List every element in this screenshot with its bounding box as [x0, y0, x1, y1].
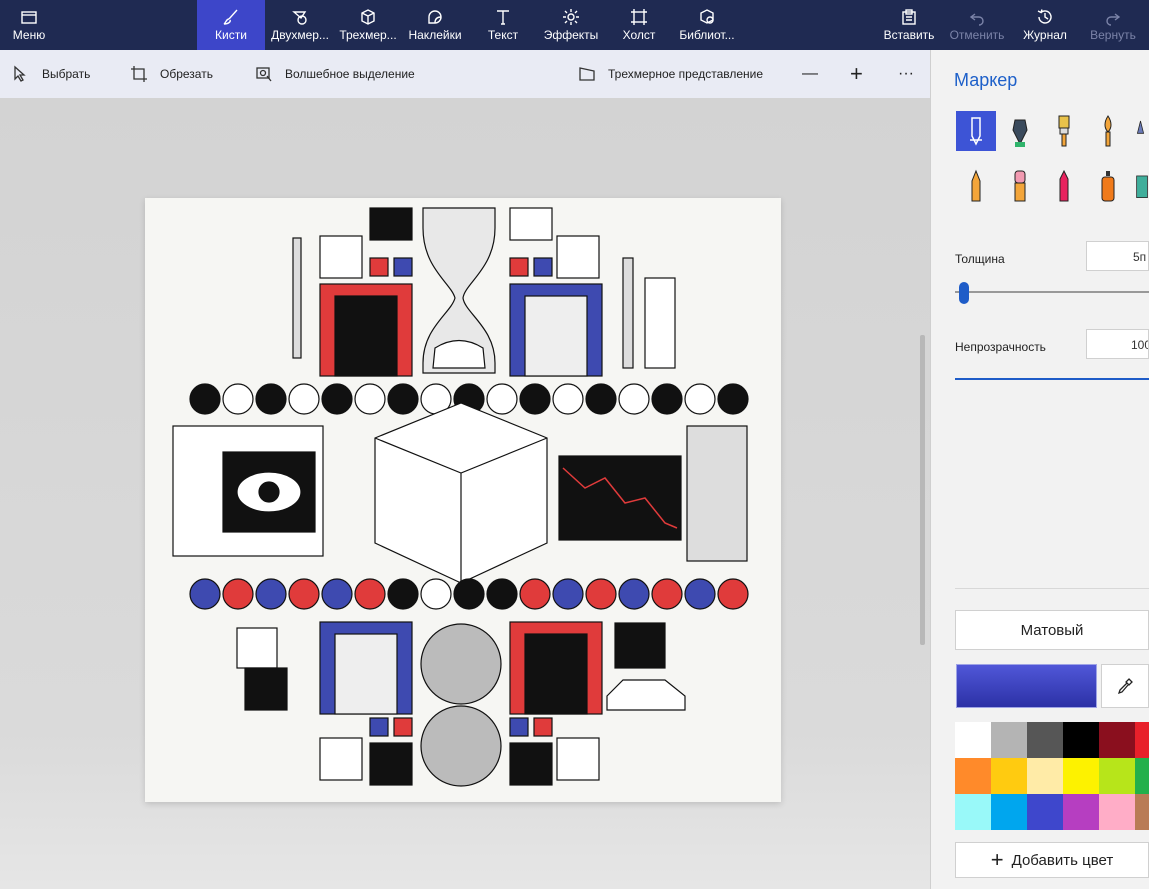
brush-watercolor[interactable] — [1088, 111, 1128, 151]
library-icon — [700, 9, 714, 24]
color-swatch[interactable] — [1063, 794, 1099, 830]
tab-stickers[interactable]: Наклейки — [403, 0, 467, 50]
fill-bucket-icon — [1136, 175, 1148, 198]
cube-icon — [361, 9, 375, 25]
tab-3d-shapes[interactable]: Трехмер... — [335, 0, 401, 50]
clipboard-icon — [902, 9, 916, 25]
color-swatch[interactable] — [1135, 758, 1149, 794]
brush-fill[interactable] — [1132, 166, 1149, 206]
opacity-label: Непрозрачность — [955, 340, 1046, 354]
panel-title: Маркер — [954, 70, 1018, 90]
color-swatch[interactable] — [1099, 794, 1135, 830]
crop-icon — [131, 66, 147, 82]
color-swatch[interactable] — [955, 722, 991, 758]
3d-view-button[interactable]: Трехмерное представление — [578, 50, 763, 98]
zoom-in-button[interactable]: + — [850, 50, 863, 98]
undo-icon — [969, 13, 984, 26]
opacity-input[interactable]: 100 — [1086, 329, 1149, 359]
brush-oil[interactable] — [1044, 111, 1084, 151]
magic-select-button[interactable]: Волшебное выделение — [255, 50, 415, 98]
redo-button[interactable]: Вернуть — [1085, 0, 1141, 50]
pencil-icon — [971, 169, 981, 202]
eyedropper-icon — [1117, 678, 1133, 695]
add-color-button[interactable]: + Добавить цвет — [955, 842, 1149, 878]
color-swatch[interactable] — [1027, 722, 1063, 758]
vertical-scrollbar[interactable] — [920, 335, 925, 645]
brush-icon — [223, 9, 238, 25]
zoom-out-button[interactable]: — — [802, 50, 818, 98]
spray-can-icon — [1101, 171, 1115, 202]
color-swatch[interactable] — [955, 758, 991, 794]
marker-icon — [970, 117, 982, 146]
pointer-icon — [14, 65, 26, 82]
redo-icon — [1106, 13, 1121, 26]
oil-brush-icon — [1058, 115, 1070, 147]
history-icon — [1037, 9, 1052, 24]
sun-icon — [563, 9, 579, 25]
thickness-slider[interactable] — [955, 291, 1149, 293]
brush-pencil[interactable] — [956, 166, 996, 206]
matte-button[interactable]: Матовый — [955, 610, 1149, 650]
folder-icon — [21, 11, 37, 24]
artwork-illustration — [172, 207, 749, 787]
tab-canvas[interactable]: Холст — [610, 0, 668, 50]
history-button[interactable]: Журнал — [1018, 0, 1072, 50]
brush-calligraphy-pen[interactable] — [1000, 111, 1040, 151]
brush-eraser[interactable] — [1000, 166, 1040, 206]
thickness-slider-thumb[interactable] — [959, 282, 969, 304]
paste-button[interactable]: Вставить — [880, 0, 938, 50]
watercolor-icon — [1104, 115, 1112, 147]
brush-spray-can[interactable] — [1088, 166, 1128, 206]
crayon-icon — [1059, 169, 1069, 202]
color-swatch[interactable] — [991, 794, 1027, 830]
color-swatch[interactable] — [1135, 722, 1149, 758]
3d-view-icon — [579, 67, 595, 81]
plus-icon: + — [990, 847, 1004, 872]
magic-select-icon — [256, 67, 272, 82]
color-swatch[interactable] — [1027, 758, 1063, 794]
canvas-icon — [631, 9, 647, 25]
color-swatch[interactable] — [955, 794, 991, 830]
color-swatch[interactable] — [1027, 794, 1063, 830]
sticker-icon — [428, 10, 442, 24]
drawing-canvas[interactable] — [145, 198, 781, 802]
color-swatch[interactable] — [1063, 722, 1099, 758]
color-swatch[interactable] — [1099, 758, 1135, 794]
top-command-bar: Меню Кисти Двухмер... Трехмер... Наклейк… — [0, 0, 1149, 50]
selection-toolbar: Выбрать Обрезать Волшебное выделение Тре… — [0, 50, 930, 98]
color-swatch[interactable] — [991, 758, 1027, 794]
eyedropper-button[interactable] — [1101, 664, 1149, 708]
color-swatch[interactable] — [1099, 722, 1135, 758]
divider — [955, 588, 1149, 589]
eraser-icon — [1014, 170, 1026, 202]
undo-button[interactable]: Отменить — [947, 0, 1007, 50]
brush-crayon[interactable] — [1044, 166, 1084, 206]
pixel-pen-icon — [1136, 120, 1145, 134]
thickness-input[interactable]: 5п — [1086, 241, 1149, 271]
thickness-label: Толщина — [955, 252, 1005, 266]
color-swatch[interactable] — [991, 722, 1027, 758]
more-options-button[interactable]: ··· — [898, 50, 914, 98]
tab-2d-shapes[interactable]: Двухмер... — [267, 0, 333, 50]
crop-button[interactable]: Обрезать — [130, 50, 213, 98]
tab-effects[interactable]: Эффекты — [538, 0, 604, 50]
shapes-2d-icon — [292, 11, 307, 25]
color-swatch[interactable] — [1135, 794, 1149, 830]
text-icon — [497, 10, 509, 25]
menu-button[interactable]: Меню — [4, 0, 54, 50]
tab-brushes[interactable]: Кисти — [197, 0, 265, 50]
opacity-slider-fill[interactable] — [955, 378, 1149, 380]
calligraphy-pen-icon — [1012, 119, 1028, 147]
tab-library[interactable]: Библиот... — [674, 0, 740, 50]
brush-pixel[interactable] — [1132, 111, 1149, 151]
current-color-swatch[interactable] — [956, 664, 1097, 708]
brush-marker[interactable] — [956, 111, 996, 151]
color-swatch[interactable] — [1063, 758, 1099, 794]
tab-text[interactable]: Текст — [474, 0, 532, 50]
select-button[interactable]: Выбрать — [12, 50, 90, 98]
